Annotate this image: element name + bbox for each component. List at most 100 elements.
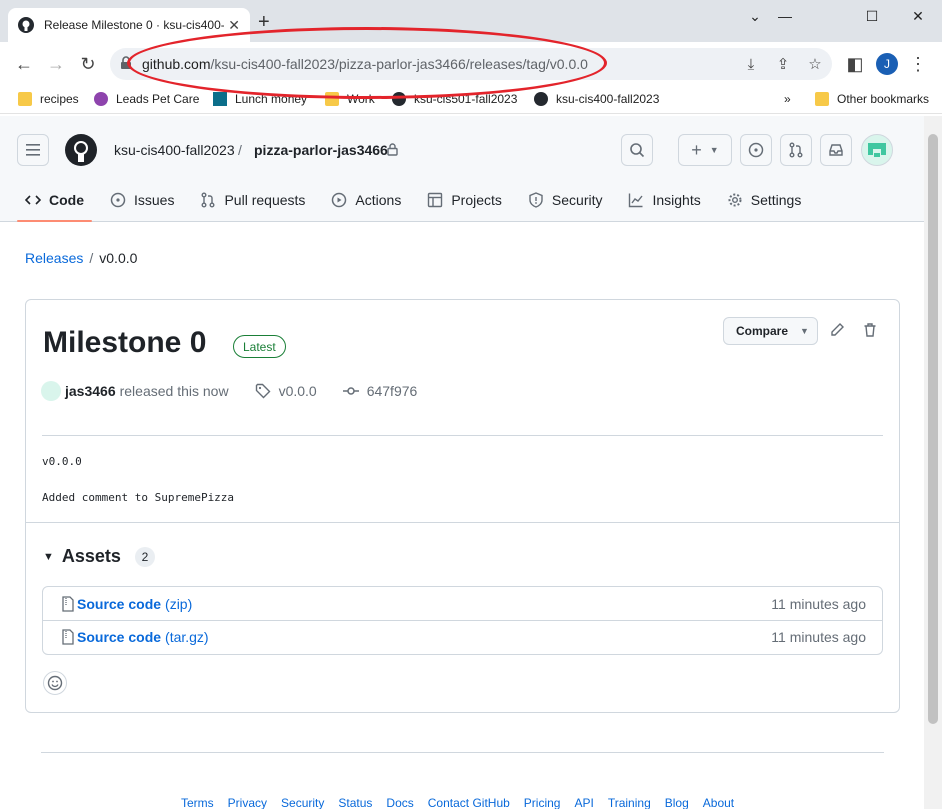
paw-icon <box>94 92 108 106</box>
tab-projects[interactable]: Projects <box>419 182 510 218</box>
menu-kebab-icon[interactable]: ⋮ <box>906 52 930 76</box>
lock-icon <box>121 56 131 69</box>
tab-issues[interactable]: Issues <box>102 182 182 218</box>
crumb-separator: / <box>238 142 242 158</box>
close-tab-icon[interactable]: ✕ <box>228 17 240 34</box>
inbox-icon <box>829 144 843 156</box>
browser-tab[interactable]: Release Milestone 0 · ksu-cis400- ✕ <box>8 8 250 42</box>
footer-link-terms[interactable]: Terms <box>181 796 214 809</box>
assets-toggle[interactable]: ▼ Assets 2 <box>43 546 155 567</box>
new-tab-icon[interactable]: + <box>258 12 270 32</box>
github-favicon-icon <box>18 17 34 33</box>
asset-list: Source code (zip) 11 minutes ago Source … <box>42 586 883 655</box>
release-body-line-2: Added comment to SupremePizza <box>42 491 235 504</box>
chevron-down-icon: ▼ <box>800 326 809 336</box>
browser-toolbar: ← → ↻ github.com/ksu-cis400-fall2023/piz… <box>0 42 942 86</box>
tab-security[interactable]: Security <box>520 182 611 218</box>
bookmark-recipes[interactable]: recipes <box>18 92 79 106</box>
close-window-icon[interactable]: ✕ <box>903 6 933 26</box>
author-avatar[interactable] <box>41 381 61 401</box>
footer-link-docs[interactable]: Docs <box>386 796 413 809</box>
tab-insights[interactable]: Insights <box>620 182 708 218</box>
footer-link-security[interactable]: Security <box>281 796 324 809</box>
release-title: Milestone 0 <box>43 326 207 359</box>
github-logo-icon[interactable] <box>65 134 97 166</box>
table-icon <box>428 192 443 208</box>
bookmark-leads-pet-care[interactable]: Leads Pet Care <box>94 92 199 106</box>
add-reaction-button[interactable] <box>43 671 67 695</box>
tab-pull-requests[interactable]: Pull requests <box>192 182 313 218</box>
tag-link[interactable]: v0.0.0 <box>255 383 317 399</box>
chevron-down-icon: ▼ <box>709 145 719 155</box>
reload-icon[interactable]: ↻ <box>76 52 100 76</box>
org-link[interactable]: ksu-cis400-fall2023 <box>114 142 235 158</box>
search-button[interactable] <box>621 134 653 166</box>
author-link[interactable]: jas3466 <box>65 383 116 399</box>
footer-link-privacy[interactable]: Privacy <box>228 796 267 809</box>
asset-time: 11 minutes ago <box>771 595 866 612</box>
footer-link-contact[interactable]: Contact GitHub <box>428 796 510 809</box>
releases-link[interactable]: Releases <box>25 250 83 266</box>
footer-link-api[interactable]: API <box>574 796 593 809</box>
issue-circle-icon <box>748 142 764 158</box>
footer-link-blog[interactable]: Blog <box>665 796 689 809</box>
maximize-icon[interactable]: ☐ <box>857 6 887 26</box>
footer-links: Terms Privacy Security Status Docs Conta… <box>181 796 748 809</box>
hamburger-menu-button[interactable] <box>17 134 49 166</box>
asset-ext[interactable]: (tar.gz) <box>165 629 209 645</box>
folder-icon <box>325 92 339 106</box>
tab-code[interactable]: Code <box>17 182 92 222</box>
edit-release-button[interactable] <box>826 319 848 341</box>
bookmark-lunch-money[interactable]: Lunch money <box>213 92 307 106</box>
share-icon[interactable]: ⇪ <box>774 55 792 73</box>
release-action-text: released this now <box>119 383 229 399</box>
footer-link-training[interactable]: Training <box>608 796 651 809</box>
graph-icon <box>629 193 644 208</box>
list-item[interactable]: Source code (zip) 11 minutes ago <box>43 587 882 620</box>
star-bookmark-icon[interactable]: ☆ <box>806 55 824 73</box>
pull-requests-button[interactable] <box>780 134 812 166</box>
tab-actions[interactable]: Actions <box>323 182 409 218</box>
bookmark-work[interactable]: Work <box>325 92 375 106</box>
tab-settings[interactable]: Settings <box>719 182 810 218</box>
bookmarks-overflow[interactable]: » <box>784 92 791 106</box>
breadcrumb-current: v0.0.0 <box>99 250 138 266</box>
compare-button[interactable]: Compare ▼ <box>723 317 818 345</box>
asset-name[interactable]: Source code <box>77 629 161 645</box>
footer-link-pricing[interactable]: Pricing <box>524 796 561 809</box>
create-new-button[interactable]: + ▼ <box>678 134 732 166</box>
footer-link-status[interactable]: Status <box>338 796 372 809</box>
commit-link[interactable]: 647f976 <box>342 383 417 399</box>
divider <box>26 522 899 523</box>
minimize-icon[interactable]: — <box>770 6 800 26</box>
profile-avatar[interactable]: J <box>876 53 898 75</box>
bookmark-other[interactable]: Other bookmarks <box>815 92 929 106</box>
bookmark-ksu-cis501[interactable]: ksu-cis501-fall2023 <box>392 92 517 106</box>
gear-icon <box>728 193 742 207</box>
search-icon <box>630 143 645 158</box>
repo-link[interactable]: pizza-parlor-jas3466 <box>254 142 388 158</box>
asset-name[interactable]: Source code <box>77 596 161 612</box>
forward-icon[interactable]: → <box>44 52 68 76</box>
scrollbar-thumb[interactable] <box>928 134 938 724</box>
issues-button[interactable] <box>740 134 772 166</box>
footer-link-about[interactable]: About <box>703 796 734 809</box>
bookmark-ksu-cis400[interactable]: ksu-cis400-fall2023 <box>534 92 659 106</box>
install-icon[interactable]: ⤓ <box>742 55 760 73</box>
list-item[interactable]: Source code (tar.gz) 11 minutes ago <box>43 620 882 653</box>
pull-request-icon <box>789 142 803 158</box>
release-breadcrumb: Releases / v0.0.0 <box>25 250 137 266</box>
plus-icon: + <box>691 139 702 160</box>
asset-ext[interactable]: (zip) <box>165 596 192 612</box>
side-panel-icon[interactable]: ◧ <box>843 52 867 76</box>
repo-nav: Code Issues Pull requests Actions Projec… <box>17 182 819 222</box>
folder-icon <box>18 92 32 106</box>
browser-titlebar: Release Milestone 0 · ksu-cis400- ✕ + ⌄ … <box>0 0 942 42</box>
inbox-button[interactable] <box>820 134 852 166</box>
tab-search-icon[interactable]: ⌄ <box>740 6 770 26</box>
address-bar[interactable]: github.com/ksu-cis400-fall2023/pizza-par… <box>110 48 832 80</box>
back-icon[interactable]: ← <box>12 52 36 76</box>
delete-release-button[interactable] <box>859 319 881 341</box>
user-avatar[interactable] <box>861 134 893 166</box>
page-scrollbar[interactable] <box>924 116 942 809</box>
